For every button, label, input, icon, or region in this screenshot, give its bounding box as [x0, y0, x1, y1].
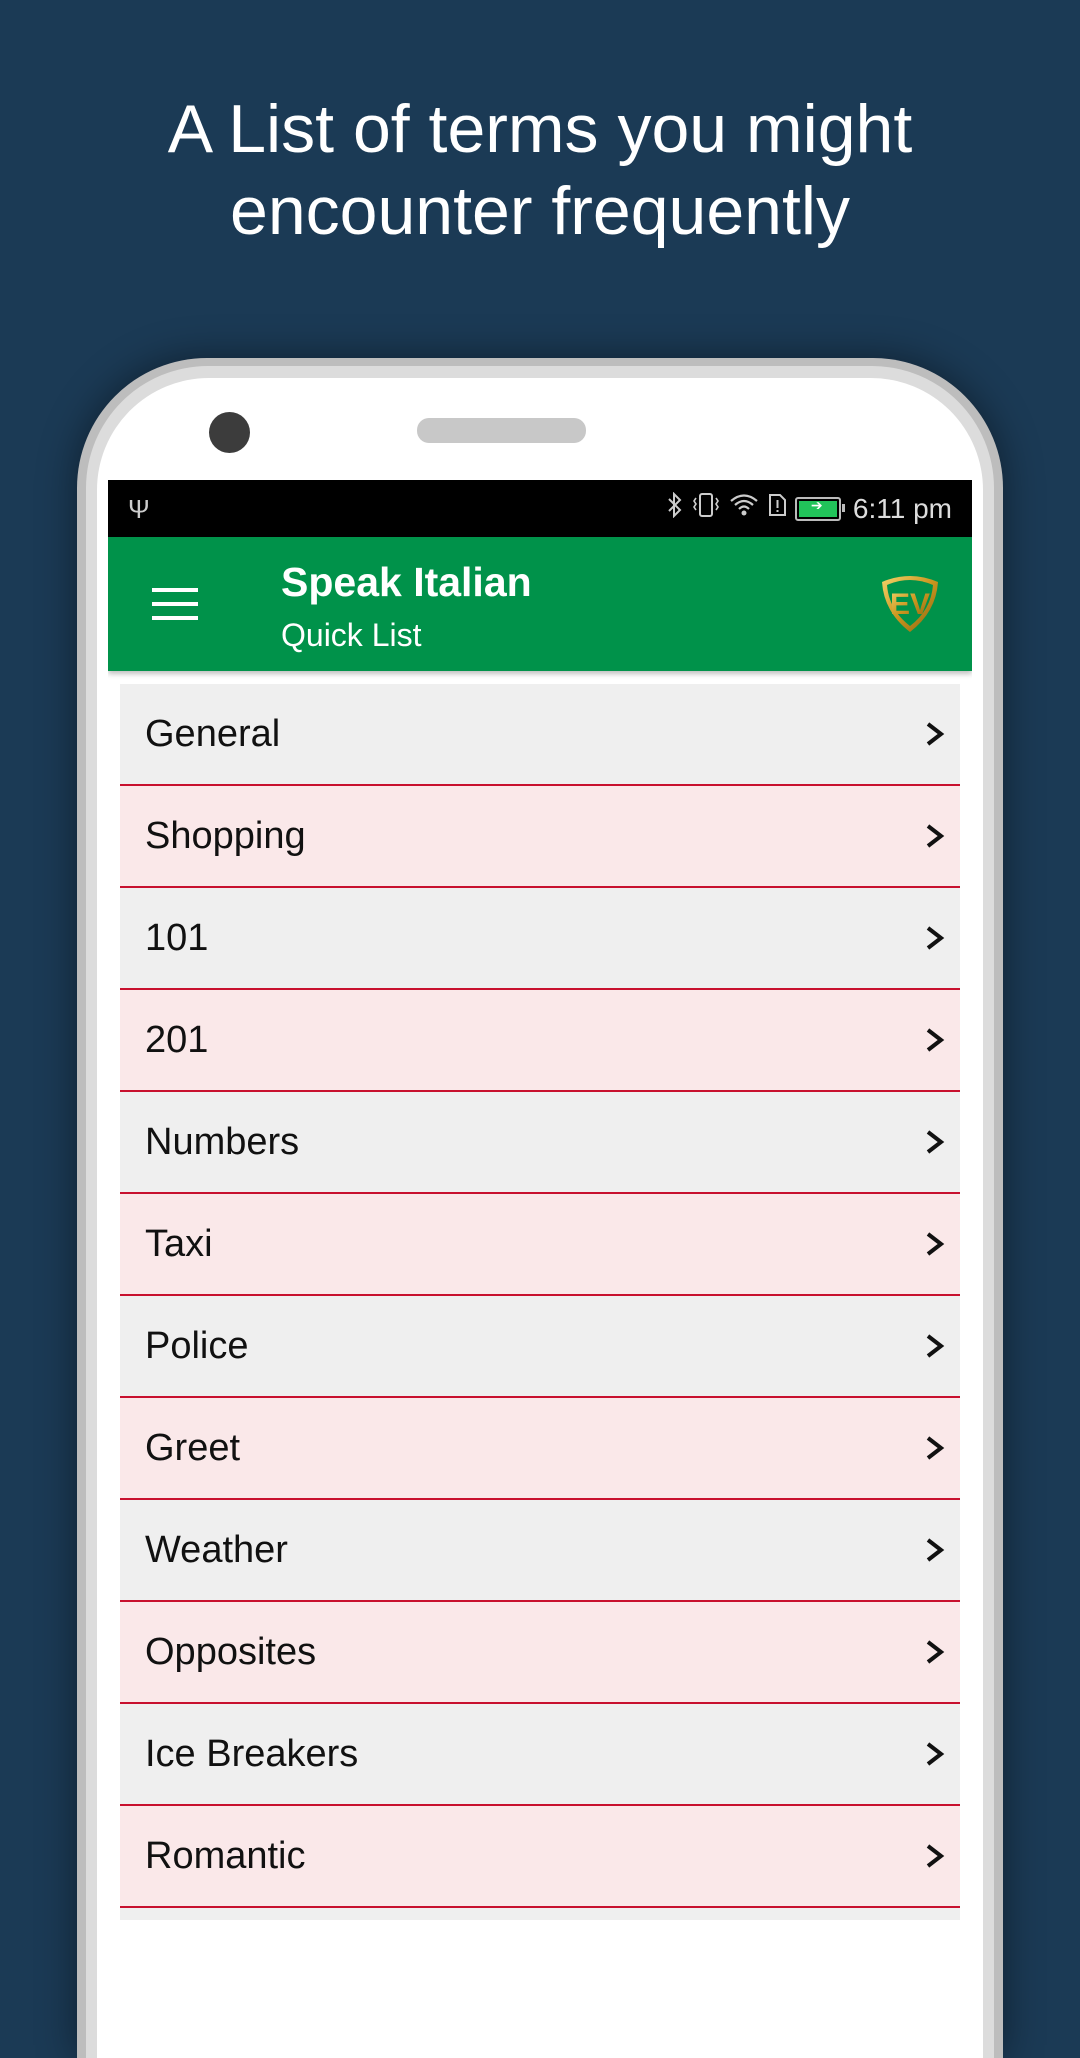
chevron-right-icon	[926, 1742, 945, 1766]
ev-logo-icon: EV	[882, 576, 938, 632]
hamburger-menu-icon[interactable]	[152, 588, 198, 620]
chevron-right-icon	[926, 722, 945, 746]
app-toolbar: Speak Italian Quick List EV	[108, 537, 972, 671]
list-item-101[interactable]: 101	[120, 888, 960, 990]
chevron-right-icon	[926, 1844, 945, 1868]
list-item-label: General	[145, 712, 281, 755]
usb-icon: Ψ	[128, 494, 150, 524]
vibrate-icon	[691, 492, 721, 525]
list-item-label: 201	[145, 1018, 209, 1061]
list-item-taxi[interactable]: Taxi	[120, 1194, 960, 1296]
status-time: 6:11 pm	[852, 492, 952, 524]
bluetooth-icon	[667, 491, 683, 525]
list-item-label: Greet	[145, 1426, 241, 1469]
chevron-right-icon	[926, 1640, 945, 1664]
app-title: Speak Italian	[281, 559, 532, 605]
list-item-label: Numbers	[145, 1120, 300, 1163]
list-item-opposites[interactable]: Opposites	[120, 1602, 960, 1704]
list-item-police[interactable]: Police	[120, 1296, 960, 1398]
chevron-right-icon	[926, 1538, 945, 1562]
front-camera	[209, 412, 250, 453]
list-item-label: Weather	[145, 1528, 288, 1571]
earpiece-speaker	[417, 418, 586, 443]
list-item-label: Ice Breakers	[145, 1732, 359, 1775]
list-item-label: 101	[145, 916, 209, 959]
list-item-romantic[interactable]: Romantic	[120, 1806, 960, 1908]
chevron-right-icon	[926, 1232, 945, 1256]
headline-line-2: encounter frequently	[230, 173, 850, 249]
chevron-right-icon	[926, 1130, 945, 1154]
list-item-shopping[interactable]: Shopping	[120, 786, 960, 888]
list-item-label: Police	[145, 1324, 249, 1367]
chevron-right-icon	[926, 1436, 945, 1460]
chevron-right-icon	[926, 1028, 945, 1052]
list-item-label: Romantic	[145, 1834, 306, 1877]
list-item-ice-breakers[interactable]: Ice Breakers	[120, 1704, 960, 1806]
svg-text:EV: EV	[890, 588, 930, 621]
quick-list: General Shopping 101 201 Numbers Taxi Po…	[120, 684, 960, 1920]
chevron-right-icon	[926, 926, 945, 950]
app-subtitle: Quick List	[281, 617, 422, 653]
promo-headline: A List of terms you might encounter freq…	[0, 88, 1080, 252]
list-item-weather[interactable]: Weather	[120, 1500, 960, 1602]
battery-charging-icon: ➔	[794, 496, 845, 521]
headline-line-1: A List of terms you might	[167, 91, 913, 167]
list-item-label: Opposites	[145, 1630, 317, 1673]
status-bar: Ψ ➔ 6:11 pm	[108, 480, 972, 537]
list-item-201[interactable]: 201	[120, 990, 960, 1092]
chevron-right-icon	[926, 1334, 945, 1358]
sim-alert-icon	[767, 492, 787, 525]
chevron-right-icon	[926, 824, 945, 848]
phone-screen: Ψ ➔ 6:11 pm Speak Italian Quick List EV …	[108, 480, 972, 1920]
list-item-general[interactable]: General	[120, 684, 960, 786]
list-item-label: Taxi	[145, 1222, 213, 1265]
list-item-label: Shopping	[145, 814, 306, 857]
status-icons: ➔ 6:11 pm	[667, 490, 952, 527]
wifi-icon	[729, 492, 759, 525]
list-item-greet[interactable]: Greet	[120, 1398, 960, 1500]
list-item-partial[interactable]	[120, 1908, 960, 1920]
list-item-numbers[interactable]: Numbers	[120, 1092, 960, 1194]
